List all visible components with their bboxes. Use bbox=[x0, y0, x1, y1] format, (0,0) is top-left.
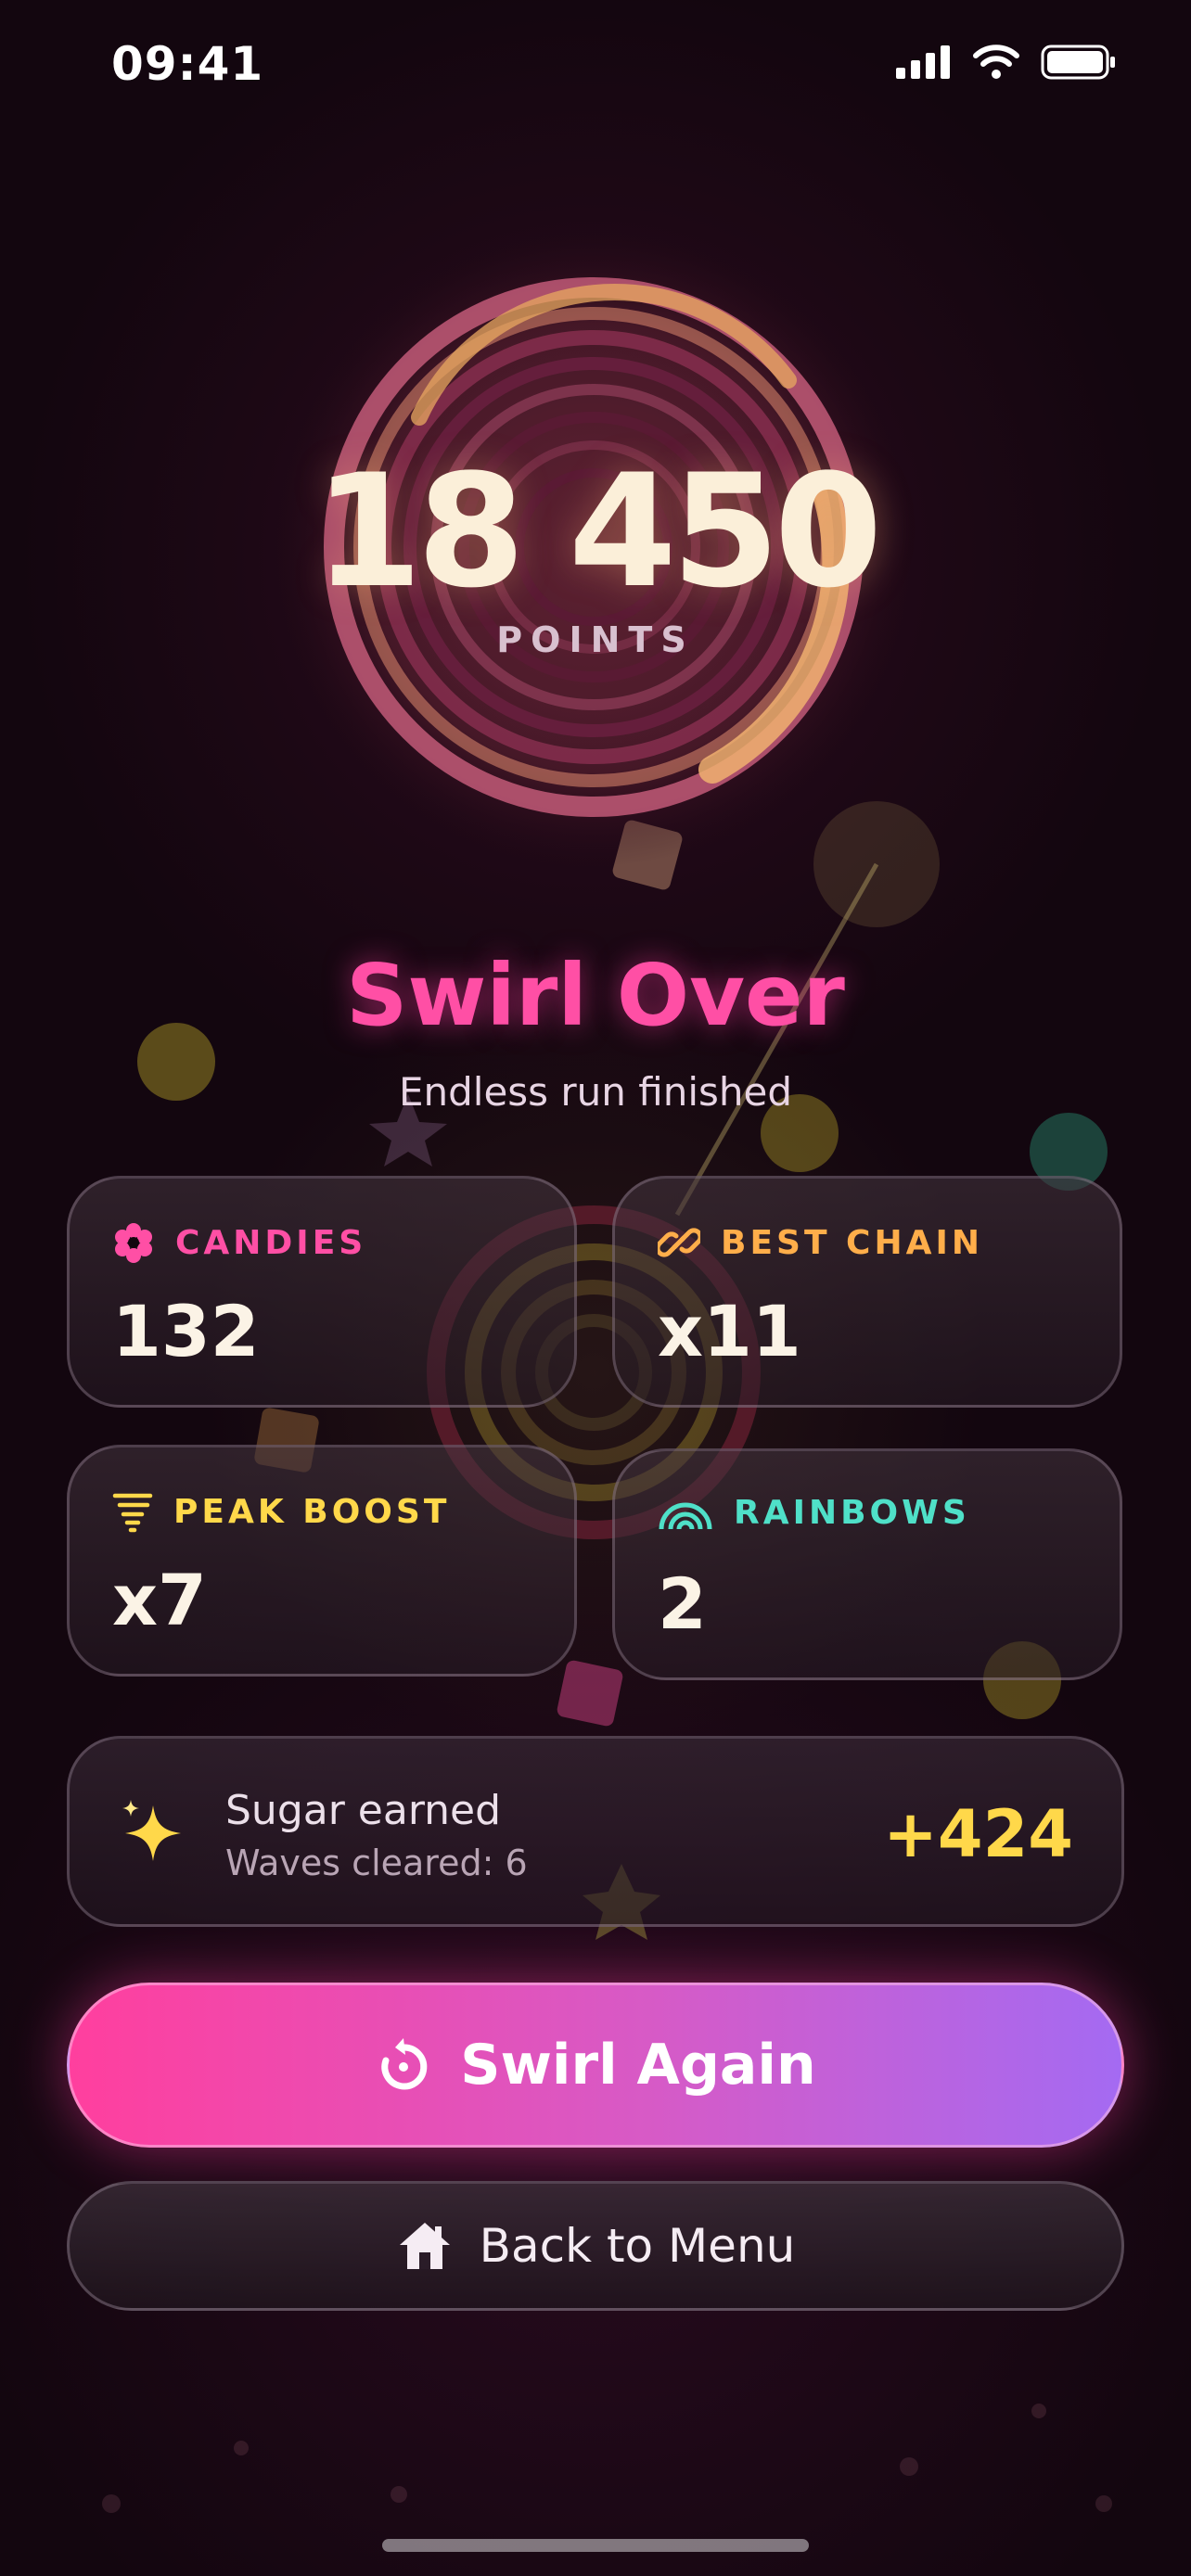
candy-cube-decoration bbox=[557, 1660, 623, 1727]
swirl-again-label: Swirl Again bbox=[460, 2033, 816, 2098]
sugar-earned-panel: Sugar earned Waves cleared: 6 +424 bbox=[67, 1736, 1124, 1927]
status-icons bbox=[896, 45, 1117, 80]
result-subtitle: Endless run finished bbox=[398, 1069, 793, 1115]
stat-card-best-chain: BEST CHAIN x11 bbox=[612, 1176, 1122, 1408]
stat-value-candies: 132 bbox=[112, 1290, 260, 1372]
back-to-menu-button[interactable]: Back to Menu bbox=[67, 2181, 1124, 2311]
replay-icon bbox=[381, 2038, 428, 2090]
result-title: Swirl Over bbox=[346, 946, 845, 1045]
candy-flower-icon bbox=[115, 1223, 152, 1263]
score-value: 18 450 bbox=[314, 440, 883, 622]
tornado-icon bbox=[112, 1493, 153, 1533]
swirl-again-button[interactable]: Swirl Again bbox=[67, 1983, 1124, 2148]
sparkles-icon bbox=[122, 1800, 181, 1861]
sugar-earned-value: +424 bbox=[883, 1796, 1073, 1872]
wifi-icon bbox=[973, 45, 1019, 79]
stat-label-candies: CANDIES bbox=[175, 1223, 367, 1262]
stat-label-best-chain: BEST CHAIN bbox=[721, 1223, 983, 1262]
bottom-sparkles-decoration bbox=[102, 2404, 1112, 2513]
home-indicator[interactable] bbox=[382, 2539, 809, 2552]
waves-cleared-text: Waves cleared: 6 bbox=[225, 1843, 528, 1883]
stat-label-rainbows: RAINBOWS bbox=[734, 1494, 970, 1532]
back-to-menu-label: Back to Menu bbox=[479, 2219, 796, 2273]
stat-value-peak-boost: x7 bbox=[112, 1559, 207, 1641]
score-label: POINTS bbox=[496, 619, 695, 660]
stat-card-peak-boost: PEAK BOOST x7 bbox=[67, 1445, 577, 1677]
rainbow-icon bbox=[659, 1502, 712, 1529]
chain-link-icon bbox=[658, 1228, 700, 1257]
stat-card-rainbows: RAINBOWS 2 bbox=[612, 1448, 1122, 1680]
cellular-signal-icon bbox=[896, 45, 950, 79]
sugar-earned-title: Sugar earned bbox=[225, 1787, 502, 1834]
battery-icon bbox=[1041, 45, 1115, 80]
stat-label-peak-boost: PEAK BOOST bbox=[173, 1492, 451, 1531]
status-time: 09:41 bbox=[111, 37, 264, 91]
home-icon bbox=[399, 2223, 450, 2269]
stat-value-rainbows: 2 bbox=[658, 1562, 707, 1645]
stat-value-best-chain: x11 bbox=[658, 1290, 801, 1372]
stat-card-candies: CANDIES 132 bbox=[67, 1176, 577, 1408]
